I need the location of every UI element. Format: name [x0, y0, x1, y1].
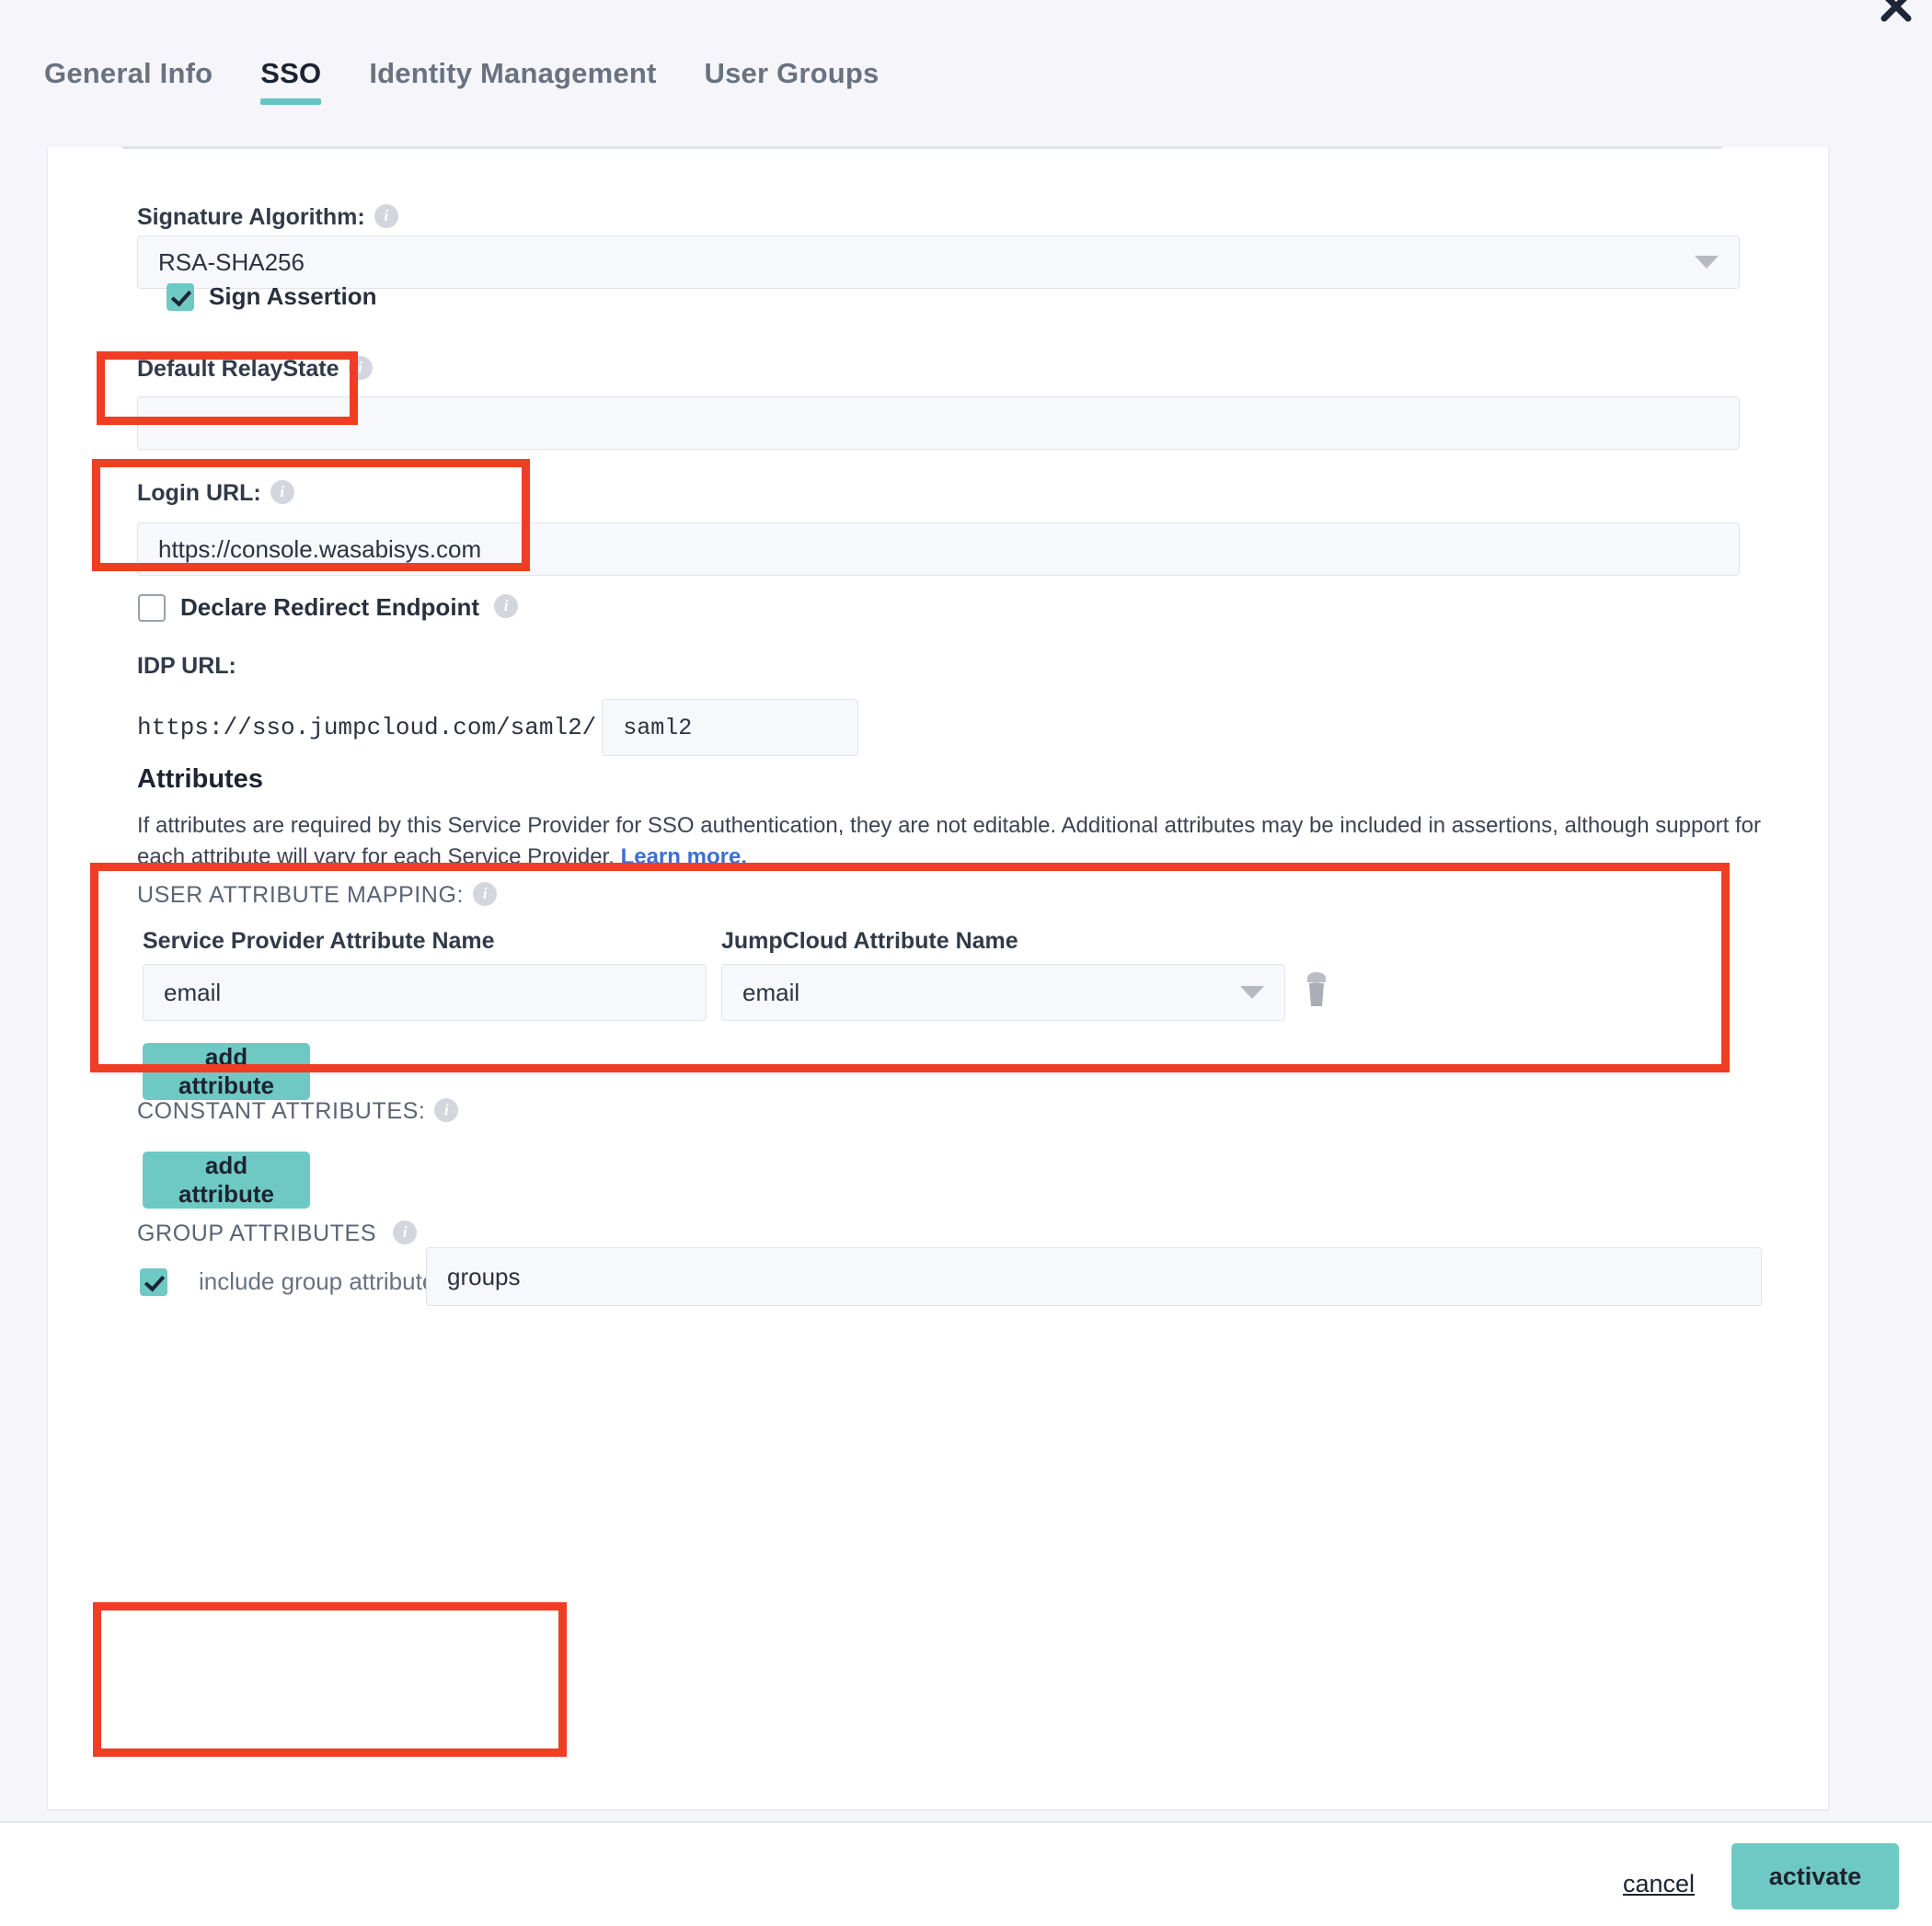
- constant-attributes-label: CONSTANT ATTRIBUTES:: [137, 1098, 426, 1124]
- info-icon-group-attributes[interactable]: [393, 1221, 418, 1244]
- group-attributes-label-row: GROUP ATTRIBUTES: [137, 1221, 418, 1247]
- include-group-attribute-label: include group attribute: [199, 1267, 436, 1295]
- declare-redirect-endpoint-row: Declare Redirect Endpoint: [138, 593, 519, 622]
- group-attributes-label: GROUP ATTRIBUTES: [137, 1221, 377, 1246]
- sp-attribute-name-input[interactable]: email: [143, 964, 707, 1021]
- jc-attribute-name-select[interactable]: email: [721, 964, 1285, 1021]
- info-icon-declare-redirect-endpoint[interactable]: [494, 594, 519, 618]
- user-attribute-mapping-label-row: USER ATTRIBUTE MAPPING:: [137, 882, 498, 909]
- include-group-attribute-checkbox[interactable]: [140, 1267, 167, 1296]
- sign-assertion-row: Sign Assertion: [167, 282, 377, 311]
- add-constant-attribute-button[interactable]: add attribute: [143, 1152, 310, 1209]
- tab-user-groups[interactable]: User Groups: [680, 57, 903, 105]
- signature-algorithm-label-row: Signature Algorithm:: [137, 204, 398, 231]
- idp-url-row: https://sso.jumpcloud.com/saml2/ saml2: [137, 699, 859, 756]
- idp-url-label-row: IDP URL:: [137, 653, 236, 680]
- tab-general-info[interactable]: General Info: [44, 57, 236, 105]
- default-relaystate-input[interactable]: [137, 396, 1740, 450]
- login-url-label: Login URL:: [137, 480, 261, 506]
- activate-button[interactable]: activate: [1731, 1843, 1899, 1909]
- default-relaystate-label: Default RelayState: [137, 356, 339, 382]
- jc-attribute-name-value: email: [742, 978, 800, 1006]
- info-icon-user-attribute-mapping[interactable]: [473, 882, 498, 906]
- attributes-description: If attributes are required by this Servi…: [137, 810, 1761, 873]
- sign-assertion-checkbox[interactable]: [167, 282, 194, 311]
- sign-assertion-label: Sign Assertion: [209, 282, 377, 310]
- info-icon-login-url[interactable]: [270, 480, 294, 504]
- info-icon-default-relaystate[interactable]: [348, 356, 373, 380]
- idp-url-label: IDP URL:: [137, 653, 236, 679]
- attributes-heading: Attributes: [137, 764, 263, 794]
- signature-algorithm-value: RSA-SHA256: [158, 247, 305, 276]
- signature-algorithm-select[interactable]: RSA-SHA256: [137, 235, 1740, 289]
- add-user-attribute-button[interactable]: add attribute: [143, 1043, 310, 1100]
- tab-sso[interactable]: SSO: [236, 57, 345, 105]
- idp-url-input[interactable]: saml2: [602, 699, 859, 756]
- sso-settings-card: Signature Algorithm: RSA-SHA256 Sign Ass…: [47, 146, 1829, 1810]
- constant-attributes-label-row: CONSTANT ATTRIBUTES:: [137, 1098, 459, 1125]
- attributes-description-text: If attributes are required by this Servi…: [137, 813, 1761, 870]
- declare-redirect-endpoint-checkbox[interactable]: [138, 593, 166, 622]
- chevron-down-icon: [1695, 256, 1719, 269]
- learn-more-link[interactable]: Learn more.: [621, 844, 747, 869]
- group-attribute-name-value: groups: [447, 1262, 521, 1290]
- tab-identity-management[interactable]: Identity Management: [345, 57, 680, 105]
- signature-algorithm-label: Signature Algorithm:: [137, 204, 365, 230]
- login-url-input[interactable]: https://console.wasabisys.com: [137, 522, 1740, 576]
- close-icon[interactable]: [1877, 0, 1915, 26]
- include-group-attribute-row: include group attribute: [140, 1267, 435, 1296]
- user-attribute-mapping-label: USER ATTRIBUTE MAPPING:: [137, 882, 465, 908]
- sp-attribute-name-value: email: [164, 978, 222, 1006]
- group-attribute-name-input[interactable]: groups: [426, 1247, 1762, 1306]
- chevron-down-icon: [1240, 986, 1264, 999]
- login-url-value: https://console.wasabisys.com: [158, 534, 482, 563]
- column-header-jumpcloud-attribute-name: JumpCloud Attribute Name: [721, 928, 1018, 954]
- declare-redirect-endpoint-label: Declare Redirect Endpoint: [180, 593, 480, 621]
- info-icon-signature-algorithm[interactable]: [374, 204, 398, 228]
- idp-url-value: saml2: [623, 714, 693, 741]
- delete-attribute-button[interactable]: [1301, 970, 1332, 1012]
- idp-url-prefix: https://sso.jumpcloud.com/saml2/: [137, 714, 597, 741]
- sso-configuration-page: General Info SSO Identity Management Use…: [0, 0, 1932, 1926]
- info-icon-constant-attributes[interactable]: [434, 1098, 459, 1122]
- cancel-button[interactable]: cancel: [1623, 1870, 1695, 1898]
- default-relaystate-label-row: Default RelayState: [137, 356, 373, 383]
- tab-bar: General Info SSO Identity Management Use…: [44, 57, 903, 105]
- login-url-label-row: Login URL:: [137, 480, 294, 507]
- column-header-service-provider-attribute-name: Service Provider Attribute Name: [143, 928, 495, 954]
